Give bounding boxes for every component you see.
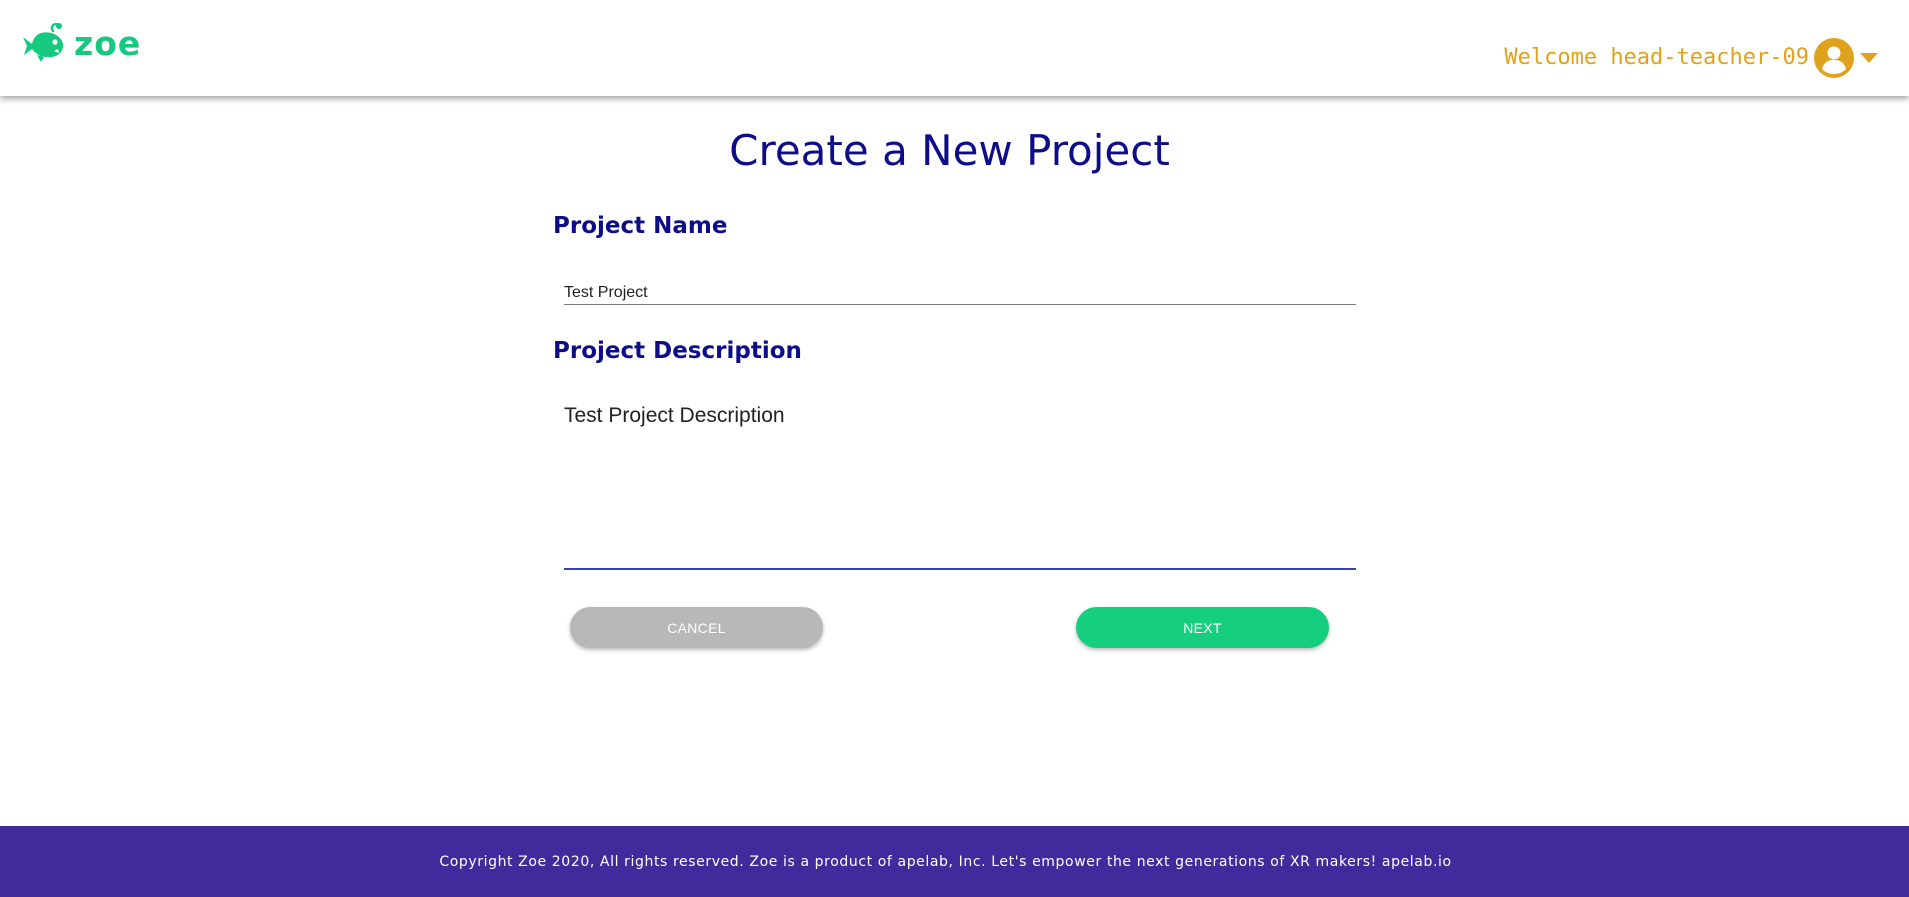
welcome-text: Welcome head-teacher-09 xyxy=(1504,45,1809,70)
user-avatar-icon[interactable] xyxy=(1813,37,1855,79)
footer: Copyright Zoe 2020, All rights reserved.… xyxy=(0,826,1909,897)
project-name-label: Project Name xyxy=(553,213,728,239)
user-menu[interactable]: Welcome head-teacher-09 xyxy=(1504,37,1879,79)
next-button[interactable]: NEXT xyxy=(1076,607,1329,648)
project-description-label: Project Description xyxy=(553,338,802,364)
page-title: Create a New Project xyxy=(729,126,1170,175)
logo-text: zoe xyxy=(74,23,142,63)
cancel-button[interactable]: CANCEL xyxy=(570,607,823,648)
project-description-textarea[interactable]: Test Project Description xyxy=(564,404,1356,570)
top-header: zoe Welcome head-teacher-09 xyxy=(0,0,1909,96)
project-name-input[interactable] xyxy=(564,282,1356,305)
caret-down-icon[interactable] xyxy=(1859,52,1879,64)
logo[interactable]: zoe xyxy=(22,22,141,64)
footer-copyright: Copyright Zoe 2020, All rights reserved.… xyxy=(439,853,1452,870)
fish-logo-icon xyxy=(22,22,66,64)
